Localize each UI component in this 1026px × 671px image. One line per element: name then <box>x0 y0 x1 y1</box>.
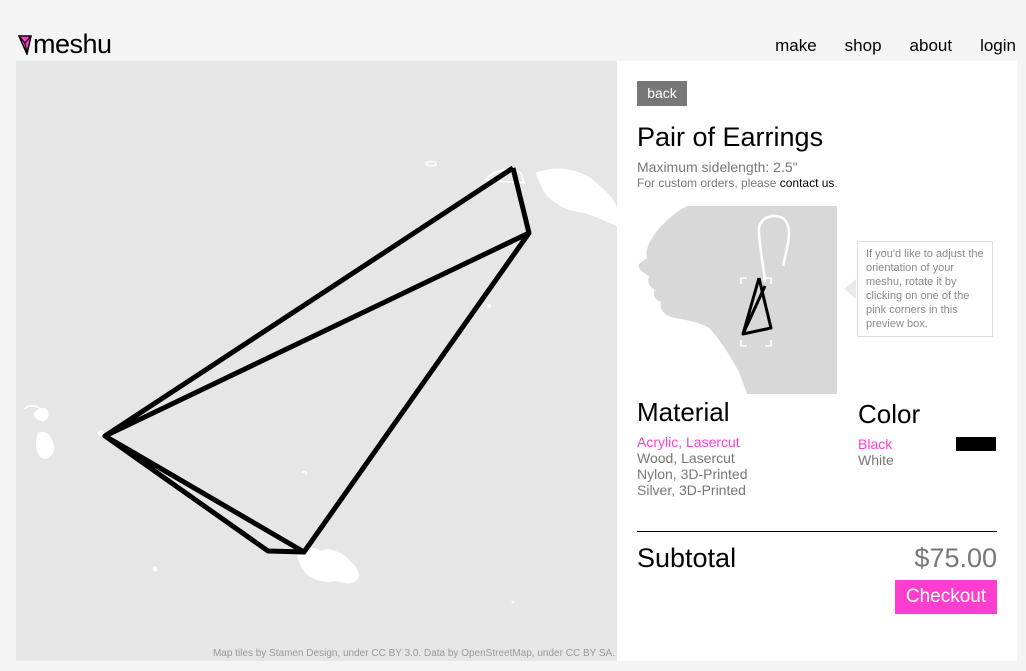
map-canvas[interactable] <box>16 61 617 661</box>
nav-shop[interactable]: shop <box>845 36 882 56</box>
subtotal-price: $75.00 <box>914 543 997 573</box>
custom-orders-suffix: . <box>834 176 838 190</box>
product-title: Pair of Earrings <box>637 122 824 152</box>
subtotal-divider <box>637 531 997 532</box>
checkout-button[interactable]: Checkout <box>895 580 997 614</box>
color-option-black[interactable]: Black <box>858 436 892 452</box>
color-swatch <box>956 437 996 451</box>
color-heading: Color <box>858 399 921 429</box>
order-panel: back Pair of Earrings Maximum sidelength… <box>617 61 1017 661</box>
material-option-acrylic[interactable]: Acrylic, Lasercut <box>637 434 740 450</box>
main-nav: make shop about login <box>747 36 1016 56</box>
color-option-white[interactable]: White <box>858 452 894 468</box>
site-header: meshu make shop about login <box>0 0 1026 60</box>
material-option-wood[interactable]: Wood, Lasercut <box>637 450 735 466</box>
max-sidelength-text: Maximum sidelength: 2.5" <box>637 159 798 175</box>
logo-text: meshu <box>33 29 112 59</box>
custom-orders-prefix: For custom orders, please <box>637 176 777 190</box>
nav-make[interactable]: make <box>775 36 817 56</box>
island-dot <box>511 600 515 604</box>
material-heading: Material <box>637 397 730 427</box>
rotation-tooltip: If you'd like to adjust the orientation … <box>857 241 993 337</box>
island-shape <box>535 168 617 227</box>
map-view[interactable]: Map tiles by Stamen Design, under CC BY … <box>16 61 617 661</box>
logo[interactable]: meshu <box>18 30 112 58</box>
material-option-nylon[interactable]: Nylon, 3D-Printed <box>637 466 748 482</box>
tooltip-pointer <box>844 279 856 299</box>
island-dot <box>487 304 491 308</box>
nav-login[interactable]: login <box>980 36 1016 56</box>
contact-us-link[interactable]: contact us <box>780 176 835 190</box>
head-silhouette-preview <box>637 206 837 394</box>
map-attribution: Map tiles by Stamen Design, under CC BY … <box>212 648 615 659</box>
island-shape <box>35 431 55 459</box>
material-option-silver[interactable]: Silver, 3D-Printed <box>637 482 746 498</box>
back-button[interactable]: back <box>637 81 687 106</box>
nav-about[interactable]: about <box>910 36 953 56</box>
island-dot <box>152 566 158 572</box>
island-shape <box>425 160 437 167</box>
custom-orders-text: For custom orders, please contact us. <box>637 176 838 190</box>
earring-preview[interactable] <box>637 206 837 394</box>
island-shape <box>301 470 307 476</box>
meshu-shape[interactable] <box>102 165 532 555</box>
gem-icon <box>18 35 32 55</box>
subtotal-label: Subtotal <box>637 543 737 573</box>
